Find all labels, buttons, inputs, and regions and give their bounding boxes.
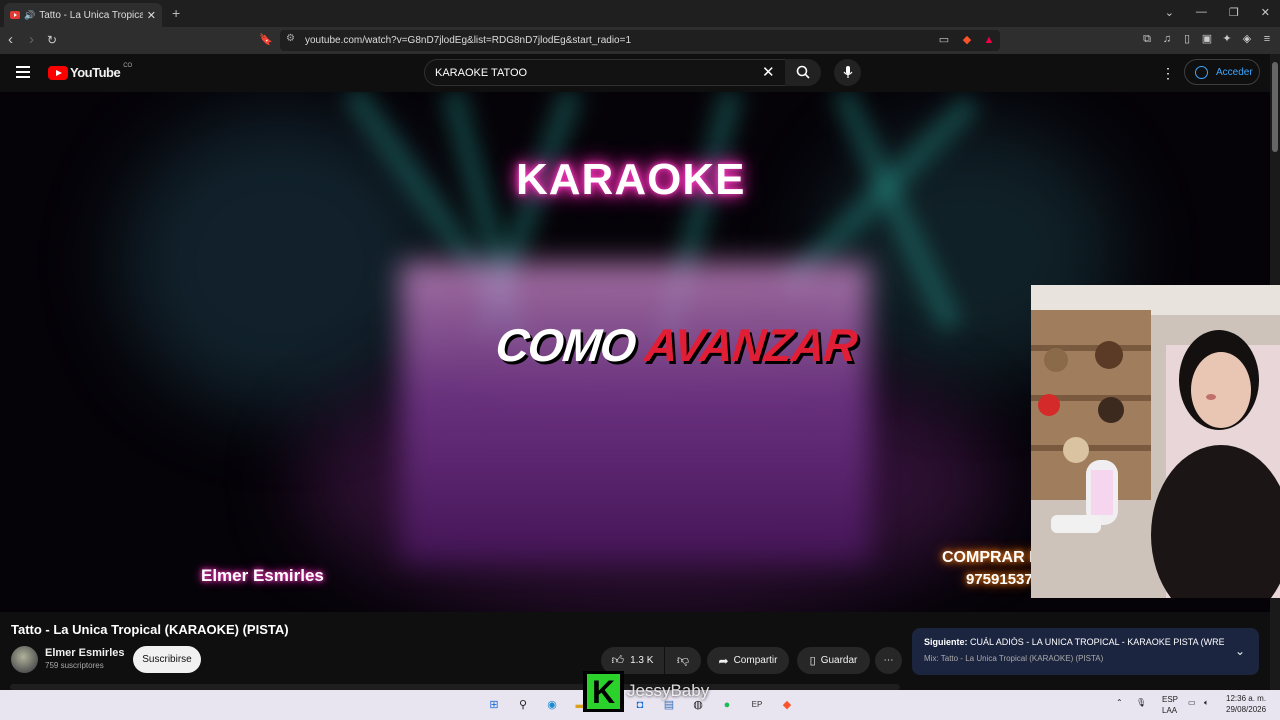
reload-icon[interactable]: ↻ <box>47 33 57 47</box>
bookmark-icon[interactable]: 🔖 <box>259 33 273 46</box>
subscriber-count: 759 suscriptores <box>45 661 104 670</box>
start-icon[interactable]: ⊞ <box>486 697 502 713</box>
clock-time: 12:36 a. m. <box>1226 694 1267 703</box>
channel-avatar[interactable] <box>11 646 38 673</box>
phone-overlay-text: 97591537 <box>966 571 1033 588</box>
buy-overlay-text: COMPRAR P <box>942 549 1040 566</box>
voice-search-button[interactable] <box>834 59 861 86</box>
back-icon[interactable]: ‹ <box>8 31 13 48</box>
save-label: Guardar <box>820 655 858 666</box>
sidebar-icon[interactable]: ▯ <box>1180 32 1194 46</box>
site-info-icon[interactable]: ⚙ <box>286 33 295 44</box>
cast-icon[interactable]: ▭ <box>937 33 951 47</box>
mix-title: Mix: Tatto - La Unica Tropical (KARAOKE)… <box>924 654 1104 663</box>
share-icon: ➦ <box>718 653 729 668</box>
sign-in-button[interactable]: Acceder <box>1184 59 1260 85</box>
guide-menu-icon[interactable] <box>16 66 30 78</box>
clock-date: 29/08/2026 <box>1226 705 1267 714</box>
webcam-overlay <box>1031 285 1280 598</box>
lang-indicator[interactable]: ESP <box>1162 695 1178 704</box>
tab-title: Tatto - La Unica Tropical (KAR <box>39 9 143 21</box>
speaker-icon[interactable]: 🔊 <box>24 10 35 21</box>
streamer-name: JessyBaby <box>627 681 710 700</box>
kick-letter: K <box>587 674 620 710</box>
more-actions-button[interactable]: ⋯ <box>875 647 902 674</box>
search-button[interactable] <box>785 59 821 86</box>
extensions-icon[interactable]: ⧉ <box>1140 32 1154 46</box>
epic-games-icon[interactable]: EP <box>749 697 765 713</box>
close-tab-icon[interactable]: ✕ <box>147 9 156 22</box>
thumbs-down-icon: 👎︎ <box>676 653 690 667</box>
thumbs-up-icon: 👍︎ <box>611 653 625 667</box>
share-label: Compartir <box>733 655 778 666</box>
account-icon <box>1195 65 1208 79</box>
layout-indicator[interactable]: LAA <box>1162 706 1177 715</box>
youtube-logo[interactable]: YouTube CO <box>48 62 133 80</box>
taskbar-clock[interactable]: 12:36 a. m. 29/08/2026 <box>1226 693 1266 715</box>
close-window-button[interactable]: ✕ <box>1261 6 1270 19</box>
share-button[interactable]: ➦ Compartir <box>707 647 789 674</box>
up-next-panel[interactable]: Siguiente: CUÁL ADIÓS - LA UNICA TROPICA… <box>912 628 1259 675</box>
like-count: 1.3 K <box>630 655 654 666</box>
window-controls: ⌄ — ❐ ✕ <box>1165 6 1270 19</box>
como-avanzar-text: COMOAVANZAR <box>493 318 859 372</box>
mic-tray-icon[interactable]: 🎙︎ <box>1136 698 1146 707</box>
brave-shield-icon[interactable]: ◆ <box>960 33 974 47</box>
wallet-icon[interactable]: ▣ <box>1200 32 1214 46</box>
como-word: COMO <box>493 319 638 371</box>
menu-icon[interactable]: ≡ <box>1260 32 1274 46</box>
tab-search-icon[interactable]: ⌄ <box>1165 6 1174 19</box>
new-tab-button[interactable]: + <box>172 5 180 21</box>
blurred-stage <box>400 262 870 562</box>
logo-text: YouTube <box>70 65 121 80</box>
bookmark-save-icon: ▯ <box>809 655 816 667</box>
clear-search-icon[interactable]: ✕ <box>762 63 775 81</box>
search-input[interactable]: KARAOKE TATOO <box>424 59 820 86</box>
more-icon: ⋯ <box>883 655 894 666</box>
volume-icon[interactable]: 🔈︎ <box>1204 698 1209 708</box>
tray-chevron-icon[interactable]: ⌃ <box>1116 698 1123 707</box>
browser-tab[interactable]: 🔊 Tatto - La Unica Tropical (KAR ✕ <box>4 3 162 27</box>
video-credit: Elmer Esmirles <box>201 566 324 585</box>
url-text: youtube.com/watch?v=G8nD7jlodEg&list=RDG… <box>305 35 632 46</box>
leo-ai-icon[interactable]: ✦ <box>1220 32 1234 46</box>
settings-kebab-icon[interactable]: ⋮ <box>1161 65 1175 82</box>
network-icon[interactable]: ▭ <box>1188 698 1196 707</box>
taskbar-search-icon[interactable]: ⚲ <box>515 697 531 713</box>
dislike-button[interactable]: 👎︎ <box>665 647 701 674</box>
restore-button[interactable]: ❐ <box>1229 6 1239 19</box>
edge-icon[interactable]: ◉ <box>544 697 560 713</box>
up-next-prefix: Siguiente: <box>924 637 968 647</box>
karaoke-neon-text: KARAOKE <box>516 155 746 204</box>
search-icon <box>796 65 810 79</box>
up-next-title: CUÁL ADIÓS - LA UNICA TROPICAL - KARAOKE… <box>970 637 1224 647</box>
avanzar-word: AVANZAR <box>642 319 859 371</box>
youtube-play-icon <box>48 65 68 80</box>
browser-toolbar: ‹ › ↻ 🔖 ⚙ youtube.com/watch?v=G8nD7jlodE… <box>0 27 1280 54</box>
save-button[interactable]: ▯ Guardar <box>797 647 870 674</box>
microphone-icon <box>843 66 852 78</box>
brave-rewards-icon[interactable]: ▲ <box>982 33 996 47</box>
browser-tab-bar: 🔊 Tatto - La Unica Tropical (KAR ✕ + ⌄ —… <box>0 0 1280 27</box>
video-title: Tatto - La Unica Tropical (KARAOKE) (PIS… <box>11 622 289 637</box>
country-code: CO <box>123 62 133 69</box>
chevron-down-icon[interactable]: ⌄ <box>1235 644 1245 658</box>
brave-taskbar-icon[interactable]: ◆ <box>779 697 795 713</box>
youtube-header: YouTube CO KARAOKE TATOO ✕ ⋮ Acceder <box>0 54 1270 92</box>
address-bar[interactable]: ⚙ youtube.com/watch?v=G8nD7jlodEg&list=R… <box>280 30 1000 51</box>
scrollbar-thumb[interactable] <box>1272 62 1278 152</box>
channel-name[interactable]: Elmer Esmirles <box>45 647 125 659</box>
minimize-button[interactable]: — <box>1196 6 1207 19</box>
vpn-icon[interactable]: ◈ <box>1240 32 1254 46</box>
sign-in-label: Acceder <box>1216 66 1253 78</box>
kick-logo: K <box>583 671 624 712</box>
subscribe-button[interactable]: Suscribirse <box>133 646 201 673</box>
webcam-feed <box>1031 285 1280 598</box>
youtube-favicon-icon <box>10 11 20 19</box>
media-icon[interactable]: ♫ <box>1160 32 1174 46</box>
spotify-icon[interactable]: ● <box>719 697 735 713</box>
forward-icon[interactable]: › <box>29 31 34 48</box>
like-button[interactable]: 👍︎ 1.3 K <box>601 647 664 674</box>
